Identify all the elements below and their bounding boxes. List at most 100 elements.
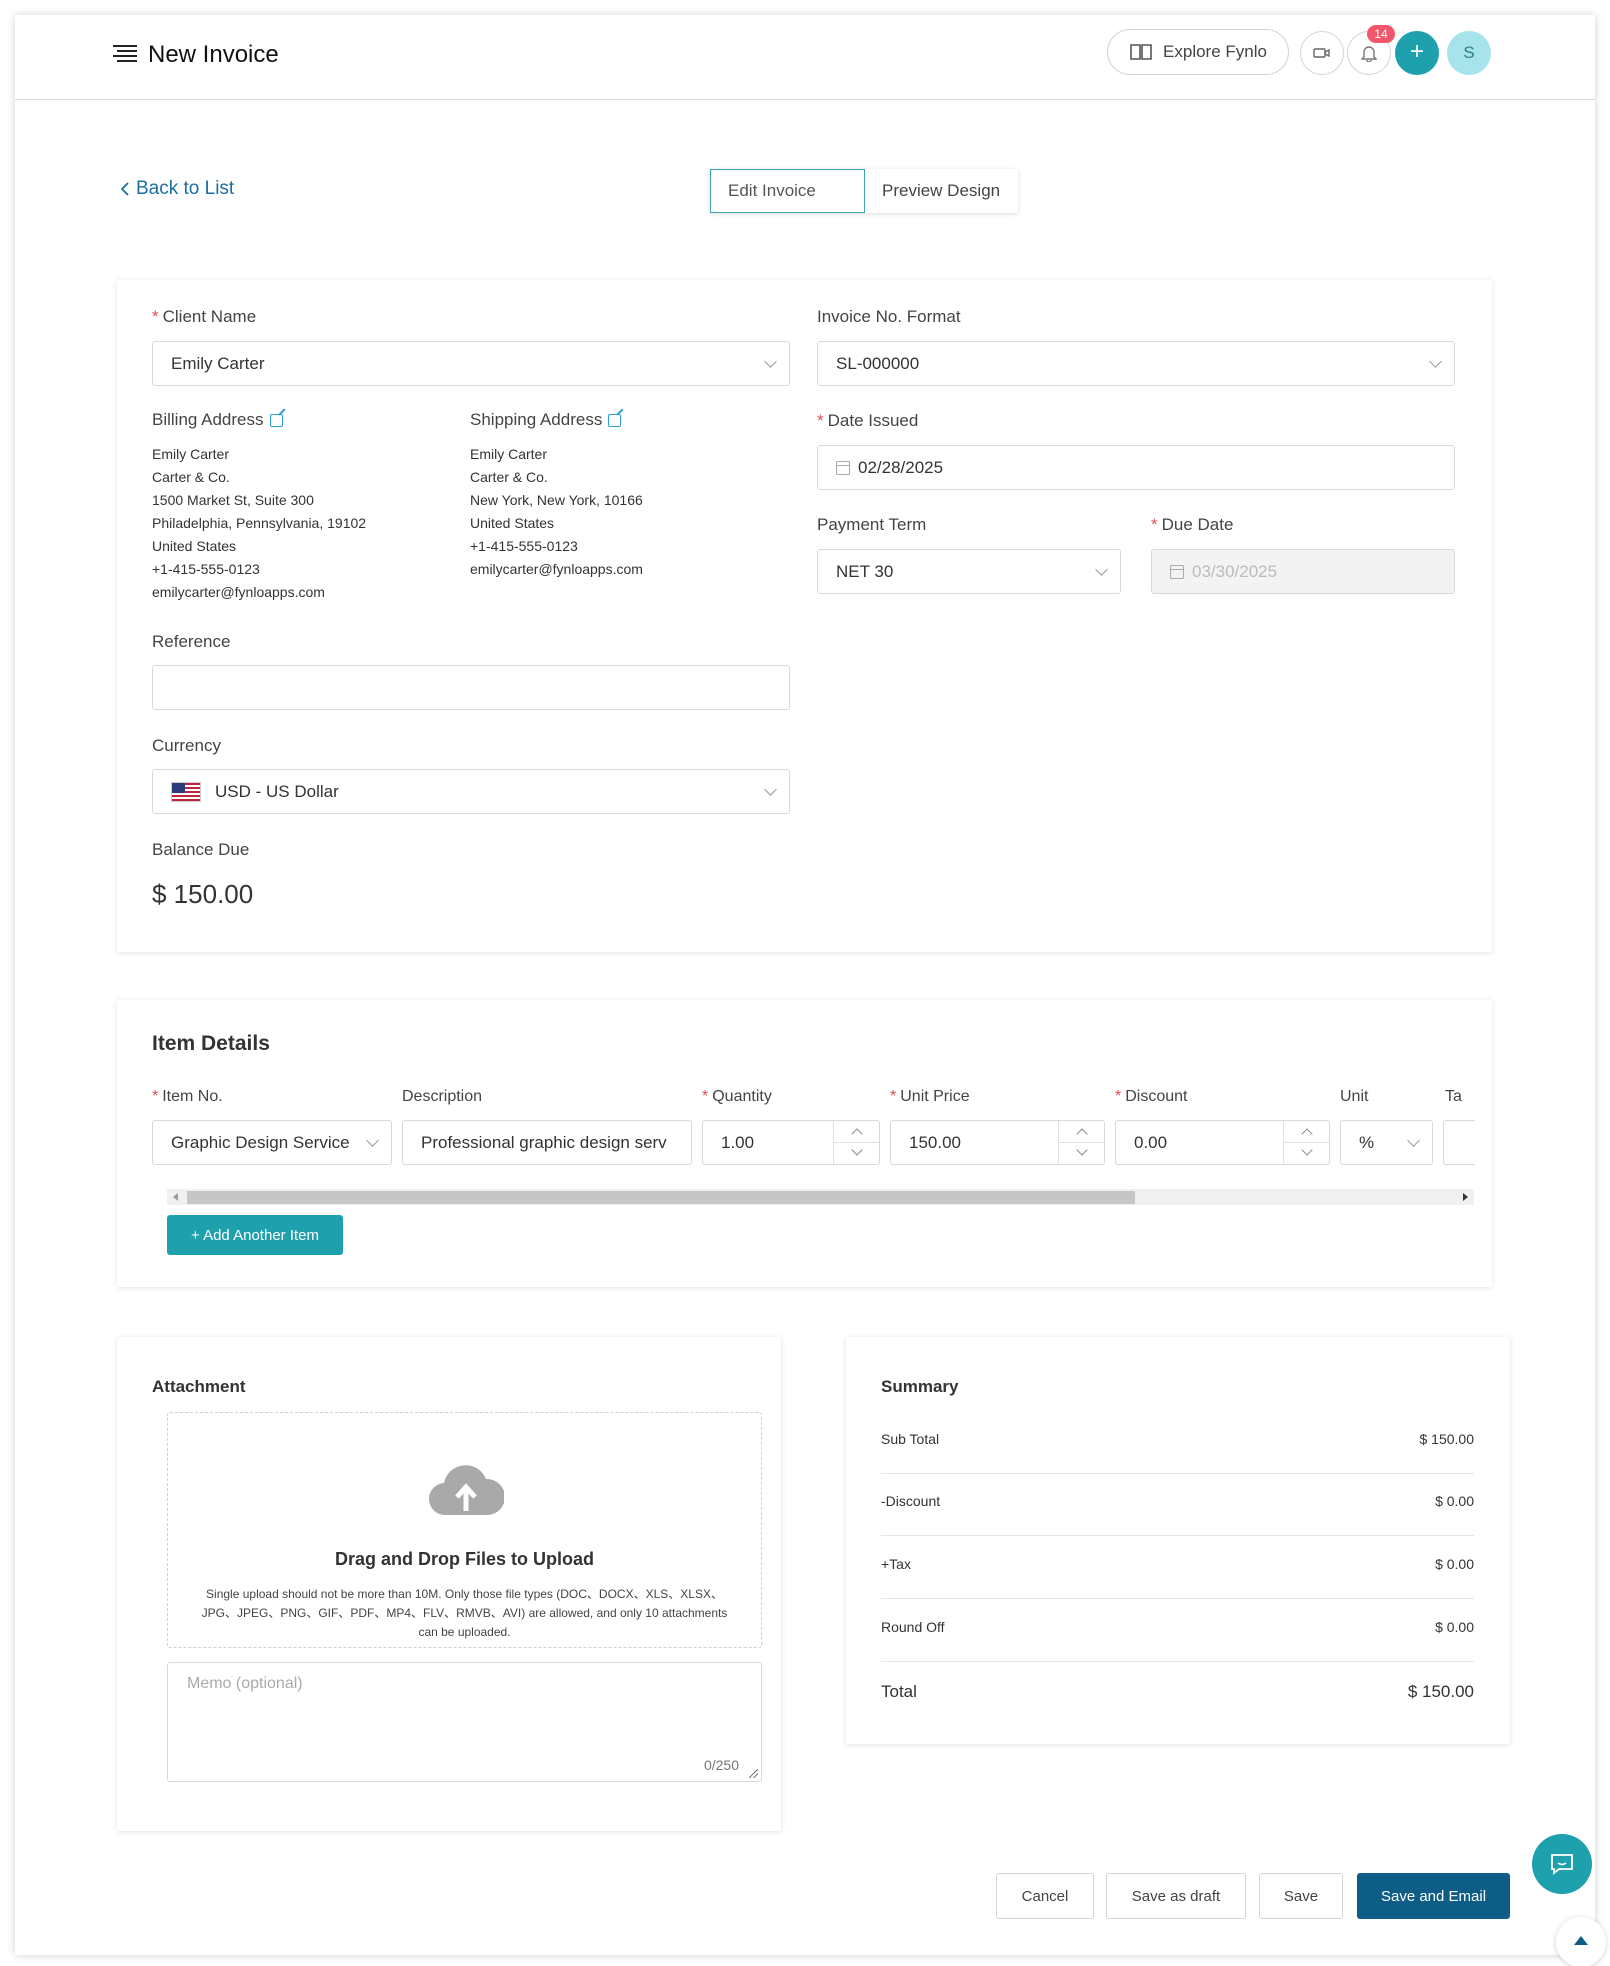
menu-icon[interactable] — [113, 45, 137, 65]
app-window: New Invoice Explore Fynlo 14 + S Back to… — [15, 15, 1606, 1966]
col-tax: Ta — [1445, 1088, 1462, 1105]
billing-address-label: Billing Address — [152, 410, 264, 429]
reference-input[interactable] — [152, 665, 790, 710]
summary-row: Sub Total $ 150.00 — [881, 1412, 1474, 1474]
billing-line: 1500 Market St, Suite 300 — [152, 492, 314, 508]
balance-due-label: Balance Due — [152, 840, 250, 859]
billing-line: United States — [152, 538, 237, 554]
back-to-list-label: Back to List — [136, 178, 235, 199]
quantity-stepper[interactable]: 1.00 — [702, 1120, 880, 1165]
description-input[interactable]: Professional graphic design serv — [402, 1120, 692, 1165]
chat-button[interactable] — [1532, 1834, 1592, 1894]
item-no-select[interactable]: Graphic Design Service — [152, 1120, 392, 1165]
payment-term-select[interactable]: NET 30 — [817, 549, 1121, 594]
balance-due-value: $ 150.00 — [152, 879, 254, 909]
summary-row: +Tax $ 0.00 — [881, 1537, 1474, 1599]
chevron-up-icon[interactable] — [1301, 1128, 1313, 1140]
tab-edit-invoice[interactable]: Edit Invoice — [710, 169, 865, 213]
quantity-spinner[interactable] — [833, 1121, 879, 1164]
top-bar: New Invoice Explore Fynlo 14 + S — [15, 15, 1595, 100]
tab-preview-design[interactable]: Preview Design — [865, 169, 1018, 213]
item-no-value: Graphic Design Service — [171, 1132, 350, 1152]
save-and-email-button[interactable]: Save and Email — [1357, 1873, 1510, 1919]
scroll-right-icon[interactable] — [1463, 1193, 1468, 1201]
client-name-label: * Client Name — [152, 307, 257, 326]
unit-price-spinner[interactable] — [1058, 1121, 1104, 1164]
item-scrollbar[interactable] — [167, 1189, 1474, 1205]
scroll-thumb[interactable] — [187, 1191, 1135, 1204]
invoice-no-format-label: Invoice No. Format — [817, 307, 961, 326]
shipping-line: +1-415-555-0123 — [470, 538, 578, 554]
resize-handle-icon[interactable] — [749, 1769, 758, 1778]
edit-billing-address-icon[interactable] — [269, 413, 283, 427]
chevron-down-icon — [764, 355, 777, 368]
invoice-no-format-select[interactable]: SL-000000 — [817, 341, 1455, 386]
discount-value: 0.00 — [1134, 1132, 1168, 1152]
chevron-left-icon — [120, 182, 129, 196]
scroll-to-top-button[interactable] — [1556, 1917, 1606, 1966]
unit-select[interactable]: % — [1340, 1120, 1433, 1165]
due-date-label: * Due Date — [1151, 515, 1234, 534]
tax-label: +Tax — [881, 1556, 911, 1572]
calendar-icon — [1170, 564, 1184, 579]
round-off-value: $ 0.00 — [1435, 1619, 1474, 1635]
summary-row: -Discount $ 0.00 — [881, 1474, 1474, 1536]
scroll-left-icon[interactable] — [173, 1193, 178, 1201]
bell-icon — [1361, 46, 1377, 62]
total-value: $ 150.00 — [1407, 1682, 1474, 1701]
unit-price-value: 150.00 — [909, 1132, 961, 1152]
item-details-title: Item Details — [152, 1032, 270, 1055]
payment-term-value: NET 30 — [836, 561, 894, 581]
attachment-title: Attachment — [152, 1377, 246, 1396]
save-button[interactable]: Save — [1259, 1873, 1343, 1919]
col-discount: * Discount — [1115, 1088, 1188, 1105]
explore-fynlo-button[interactable]: Explore Fynlo — [1107, 29, 1289, 75]
col-description: Description — [402, 1088, 483, 1105]
quick-add-button[interactable]: + — [1395, 31, 1439, 75]
drop-note: Single upload should not be more than 10… — [201, 1587, 728, 1639]
memo-textarea[interactable]: Memo (optional) 0/250 — [167, 1662, 762, 1782]
memo-placeholder: Memo (optional) — [187, 1675, 303, 1692]
unit-price-stepper[interactable]: 150.00 — [890, 1120, 1105, 1165]
shipping-line: Emily Carter — [470, 446, 548, 462]
round-off-label: Round Off — [881, 1619, 945, 1635]
tax-value: $ 0.00 — [1435, 1556, 1474, 1572]
avatar[interactable]: S — [1447, 31, 1491, 75]
discount-stepper[interactable]: 0.00 — [1115, 1120, 1330, 1165]
billing-line: Philadelphia, Pennsylvania, 19102 — [152, 515, 367, 531]
cancel-button[interactable]: Cancel — [996, 1873, 1094, 1919]
summary-title: Summary — [881, 1377, 959, 1396]
discount-spinner[interactable] — [1283, 1121, 1329, 1164]
explore-fynlo-label: Explore Fynlo — [1163, 42, 1267, 61]
shipping-line: New York, New York, 10166 — [470, 492, 643, 508]
payment-term-label: Payment Term — [817, 515, 927, 534]
shipping-address-title: Shipping Address — [470, 410, 622, 430]
chevron-down-icon[interactable] — [851, 1144, 863, 1156]
chevron-down-icon[interactable] — [1301, 1144, 1313, 1156]
billing-line: Carter & Co. — [152, 469, 230, 485]
chevron-down-icon[interactable] — [1076, 1144, 1088, 1156]
us-flag-icon — [171, 781, 201, 802]
view-tabs: Edit Invoice Preview Design — [710, 169, 1018, 213]
save-as-draft-button[interactable]: Save as draft — [1106, 1873, 1246, 1919]
col-quantity: * Quantity — [702, 1088, 772, 1105]
billing-address-title: Billing Address — [152, 410, 283, 430]
col-unit-price: * Unit Price — [890, 1088, 970, 1105]
back-to-list-link[interactable]: Back to List — [120, 178, 234, 200]
currency-select[interactable]: USD - US Dollar — [152, 769, 790, 814]
due-date-field: 03/30/2025 — [1151, 549, 1455, 594]
quantity-value: 1.00 — [721, 1132, 755, 1152]
chevron-up-icon[interactable] — [1076, 1128, 1088, 1140]
file-dropzone[interactable]: Drag and Drop Files to Upload Single upl… — [167, 1412, 762, 1648]
video-button[interactable] — [1300, 31, 1344, 75]
add-another-item-button[interactable]: + Add Another Item — [167, 1215, 343, 1255]
client-name-select[interactable]: Emily Carter — [152, 341, 790, 386]
billing-line: Emily Carter — [152, 446, 230, 462]
date-issued-field[interactable]: 02/28/2025 — [817, 445, 1455, 490]
tax-select[interactable] — [1443, 1120, 1475, 1165]
calendar-icon — [836, 460, 850, 475]
chevron-up-icon[interactable] — [851, 1128, 863, 1140]
description-value: Professional graphic design serv — [421, 1132, 667, 1152]
billing-line: emilycarter@fynloapps.com — [152, 584, 325, 600]
edit-shipping-address-icon[interactable] — [608, 413, 622, 427]
